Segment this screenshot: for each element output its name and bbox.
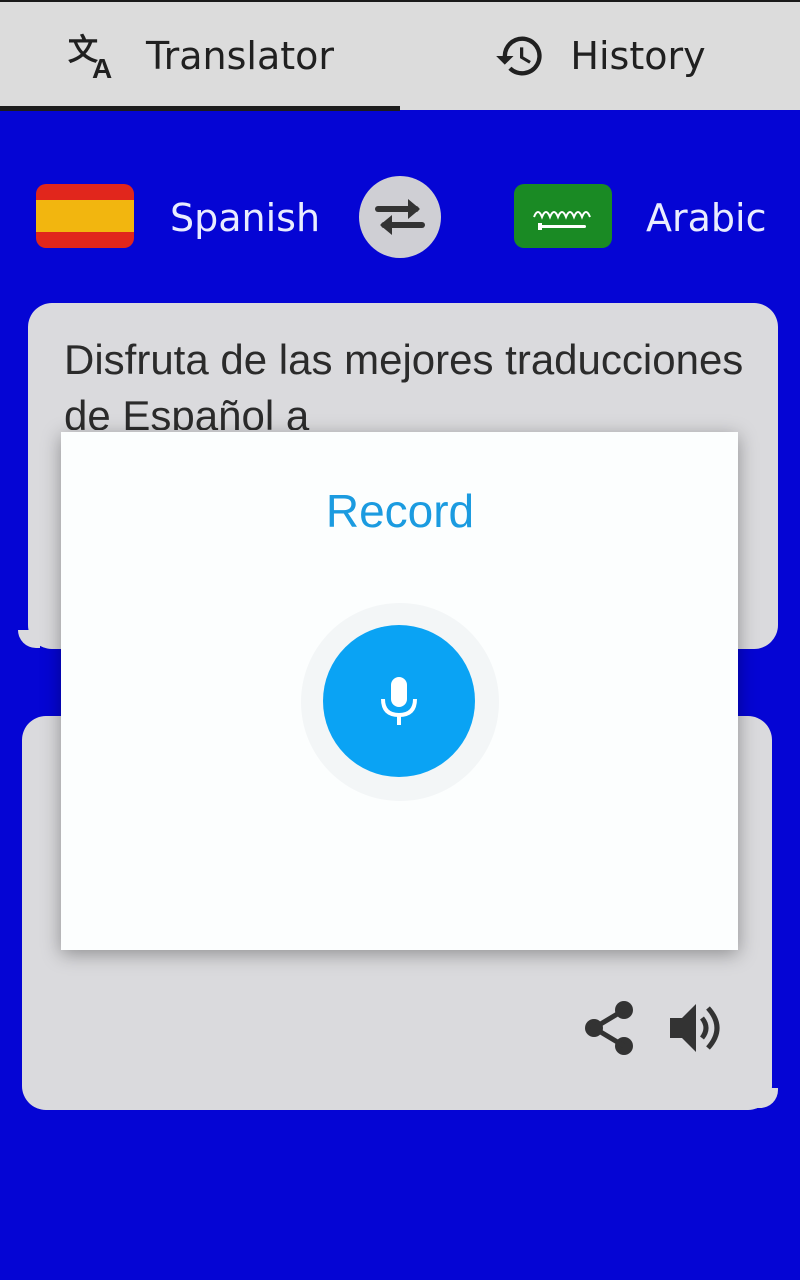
translate-icon: 文 A — [66, 30, 122, 82]
source-language-label[interactable]: Spanish — [170, 190, 320, 246]
swap-languages-button[interactable] — [359, 176, 441, 258]
record-button[interactable] — [323, 625, 475, 777]
share-button[interactable] — [580, 998, 640, 1058]
tab-translator-label: Translator — [145, 34, 335, 78]
tab-translator[interactable]: 文 A Translator — [0, 2, 400, 110]
target-language-label[interactable]: Arabic — [646, 190, 766, 246]
dialog-title: Record — [325, 485, 475, 537]
tab-indicator — [0, 106, 400, 111]
svg-text:A: A — [92, 53, 112, 82]
saudi-arabia-flag-icon[interactable] — [514, 184, 612, 248]
source-text[interactable]: Disfruta de las mejores traducciones de … — [64, 332, 754, 430]
source-card-tail — [18, 630, 40, 648]
speak-button[interactable] — [664, 998, 728, 1058]
swap-arrows-icon — [375, 199, 425, 235]
speaker-icon — [670, 1004, 720, 1052]
history-icon — [494, 30, 546, 82]
spain-flag-icon[interactable] — [36, 184, 134, 248]
tab-history-label: History — [570, 34, 706, 78]
tab-history[interactable]: History — [400, 2, 800, 110]
translation-card-tail — [752, 1088, 778, 1108]
tab-bar: 文 A Translator History — [0, 2, 800, 111]
share-icon — [585, 1001, 633, 1055]
microphone-icon — [381, 677, 417, 725]
